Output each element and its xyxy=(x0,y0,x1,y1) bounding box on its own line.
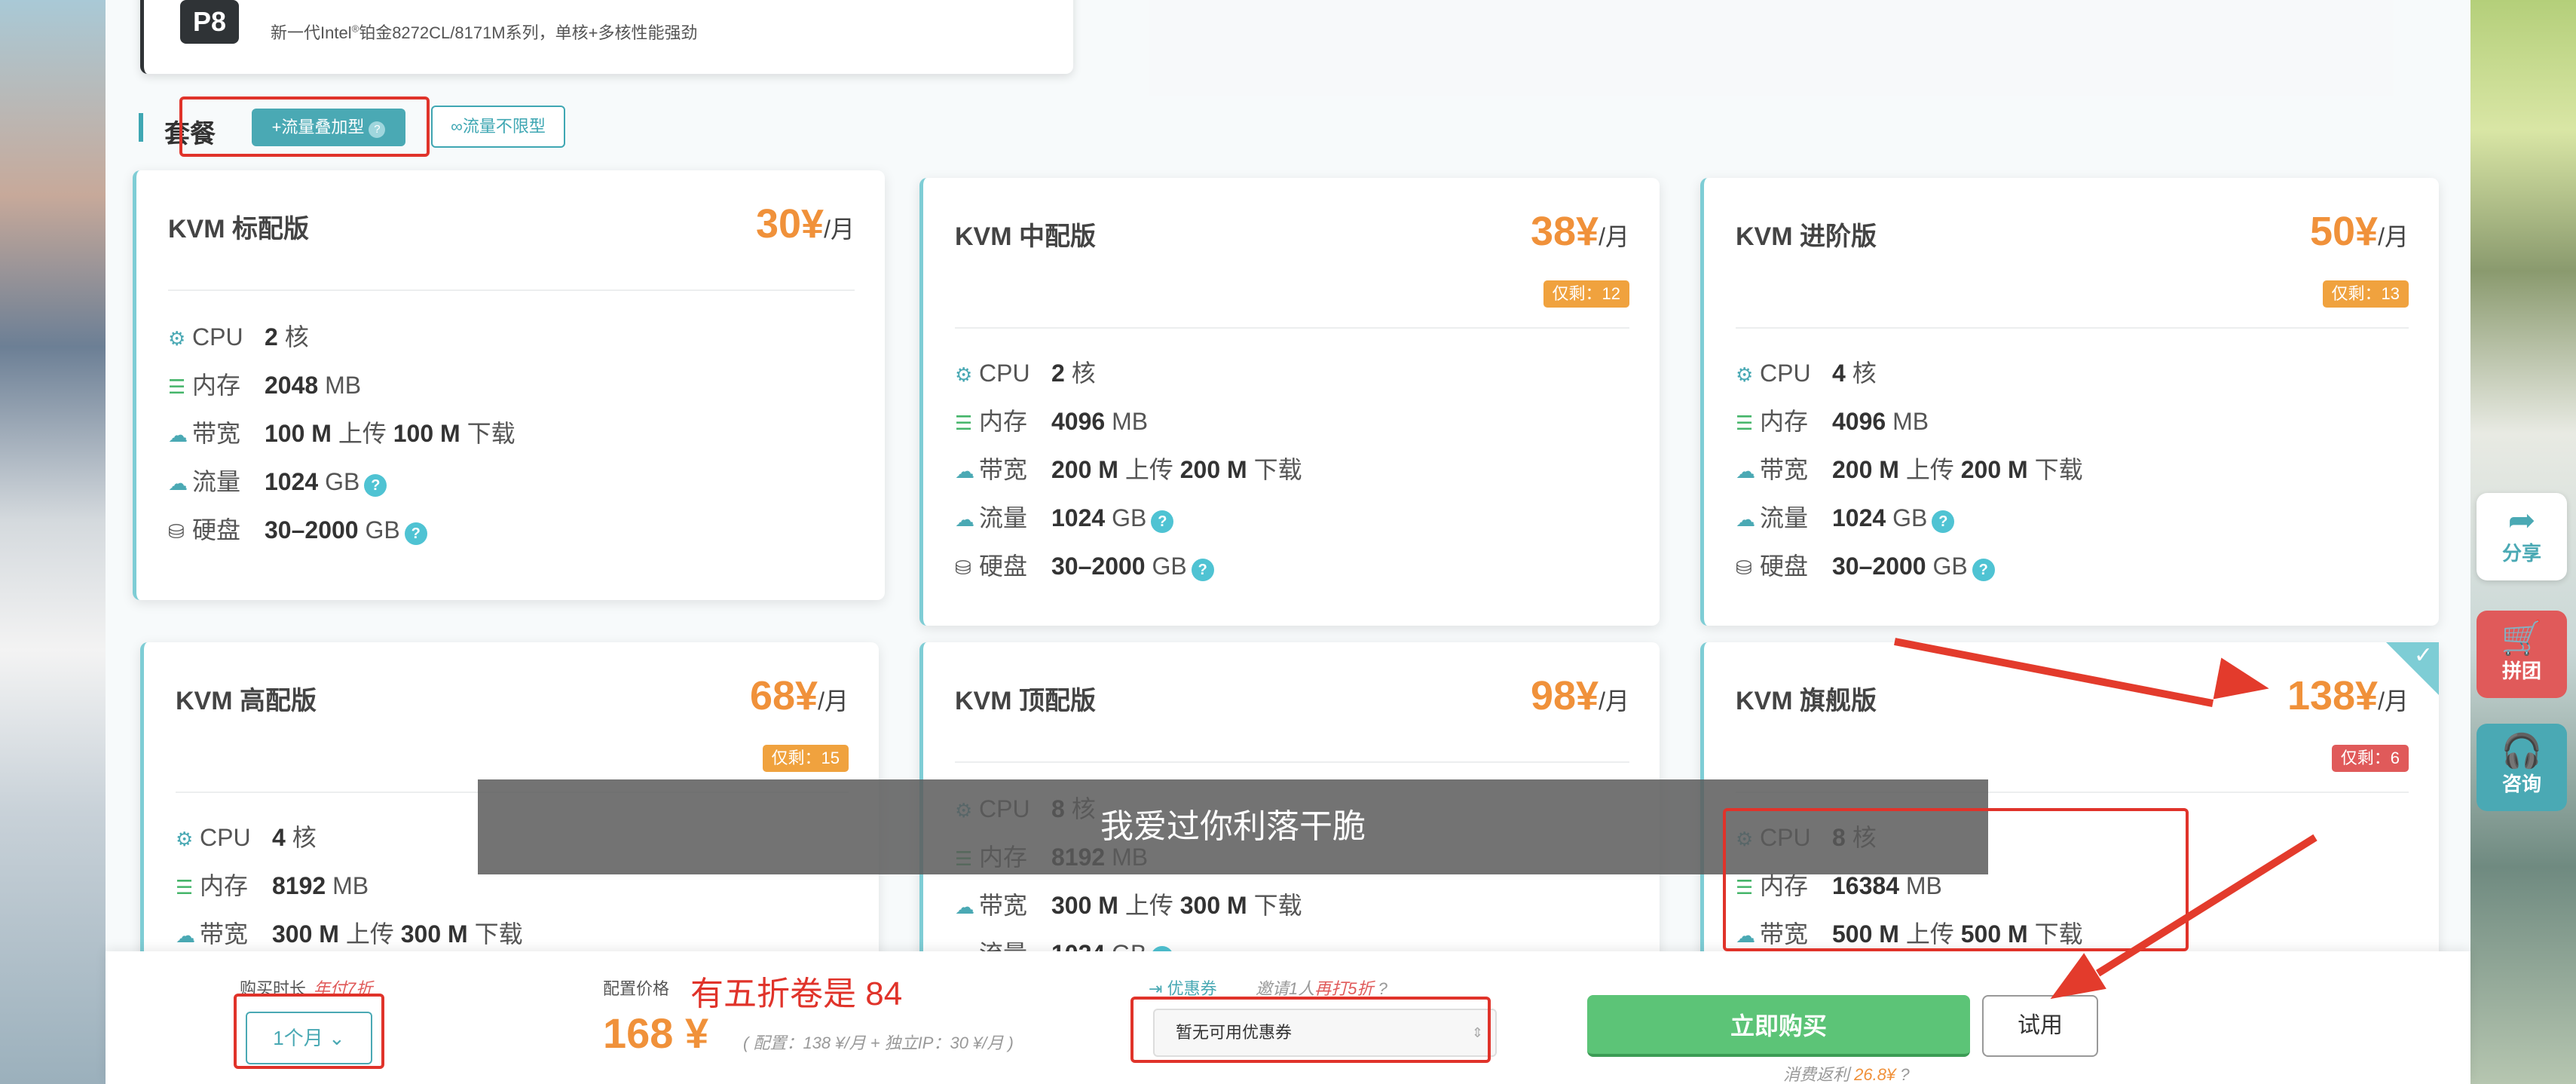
cpu-icon: ⚙ xyxy=(1736,363,1754,386)
spec-disk: ⛁ 硬盘 30–2000 GB? xyxy=(168,511,427,546)
bandwidth-icon: ☁ xyxy=(955,896,974,918)
stock-badge: 仅剩：12 xyxy=(1543,280,1629,308)
help-icon[interactable]: ? xyxy=(1900,1065,1909,1084)
spec-bandwidth: ☁ 带宽 200 M 上传 200 M 下载 xyxy=(955,456,1302,483)
share-button[interactable]: ➦ 分享 xyxy=(2477,493,2567,580)
spec-traffic: ☁流量1024 GB? xyxy=(168,463,387,498)
memory-icon: ☰ xyxy=(1736,412,1754,434)
traffic-icon: ☁ xyxy=(955,508,974,531)
bandwidth-icon: ☁ xyxy=(1736,460,1755,482)
plan-card[interactable]: KVM 中配版 38¥/月仅剩：12 ⚙ CPU 2 核 ☰ 内存 4096 MB ☁ 带宽 200… xyxy=(919,178,1660,626)
buy-now-button[interactable]: 立即购买 xyxy=(1587,995,1970,1057)
plan-price: 98¥/月 xyxy=(1530,673,1629,718)
annotation-box-traffic-tab xyxy=(179,96,430,157)
coupon-icon: ⇥ xyxy=(1149,979,1163,998)
plan-name: KVM 进阶版 xyxy=(1736,222,1877,251)
plan-name: KVM 中配版 xyxy=(955,222,1096,251)
stock-badge: 仅剩：15 xyxy=(762,745,849,772)
help-icon[interactable]: ? xyxy=(1972,559,1995,581)
bandwidth-icon: ☁ xyxy=(176,924,195,947)
plan-card[interactable]: KVM 标配版 30¥/月 ⚙ CPU 2 核 ☰ 内存 2048 MB ☁ 带宽 100 M 上传… xyxy=(133,170,885,600)
cpu-icon: ⚙ xyxy=(955,363,973,386)
annotation-box-coupon xyxy=(1130,997,1491,1063)
card-divider xyxy=(955,761,1629,763)
spec-bandwidth: ☁ 带宽 300 M 上传 300 M 下载 xyxy=(955,892,1302,919)
traffic-icon: ☁ xyxy=(168,472,188,495)
help-icon[interactable]: ? xyxy=(1191,559,1214,581)
spec-bandwidth: ☁ 带宽 200 M 上传 200 M 下载 xyxy=(1736,456,2083,483)
group-buy-button[interactable]: 🛒 拼团 xyxy=(2477,611,2567,698)
card-divider xyxy=(1736,327,2409,329)
plan-name: KVM 高配版 xyxy=(176,687,317,715)
spec-traffic: ☁流量1024 GB? xyxy=(1736,499,1955,534)
consult-button[interactable]: 🎧 咨询 xyxy=(2477,724,2567,811)
help-icon[interactable]: ? xyxy=(1932,510,1955,533)
tab-traffic-unlimited[interactable]: ∞流量不限型 xyxy=(431,106,565,148)
stock-badge: 仅剩：13 xyxy=(2322,280,2409,308)
spec-memory: ☰ 内存 4096 MB xyxy=(1736,408,1929,435)
help-icon[interactable]: ? xyxy=(1378,979,1387,998)
background-art-left xyxy=(0,0,106,1084)
plan-price: 38¥/月 xyxy=(1530,209,1629,254)
spec-disk: ⛁ 硬盘 30–2000 GB? xyxy=(1736,547,1995,582)
plan-name: KVM 标配版 xyxy=(168,215,309,243)
disk-icon: ⛁ xyxy=(955,556,971,579)
memory-icon: ☰ xyxy=(955,412,973,434)
disk-icon: ⛁ xyxy=(168,520,185,543)
share-icon: ➦ xyxy=(2507,502,2536,539)
memory-icon: ☰ xyxy=(176,876,194,899)
traffic-icon: ☁ xyxy=(1736,508,1755,531)
plan-card[interactable]: KVM 进阶版 50¥/月仅剩：13 ⚙ CPU 4 核 ☰ 内存 4096 MB ☁ 带宽 200… xyxy=(1700,178,2439,626)
spec-cpu: ⚙ CPU 2 核 xyxy=(955,360,1096,387)
cart-icon: 🛒 xyxy=(2501,620,2543,657)
annotation-box-duration xyxy=(234,994,384,1069)
spec-traffic: ☁流量1024 GB? xyxy=(955,499,1174,534)
spec-bandwidth: ☁ 带宽 300 M 上传 300 M 下载 xyxy=(176,920,523,948)
spec-memory: ☰ 内存 2048 MB xyxy=(168,372,362,399)
help-icon[interactable]: ? xyxy=(364,474,387,497)
spec-bandwidth: ☁ 带宽 100 M 上传 100 M 下载 xyxy=(168,420,516,447)
annotation-box-specs xyxy=(1723,808,2189,951)
spec-cpu: ⚙ CPU 4 核 xyxy=(1736,360,1877,387)
spec-memory: ☰内存8192 MB xyxy=(176,872,369,899)
spec-disk: ⛁ 硬盘 30–2000 GB? xyxy=(955,547,1214,582)
price-label: 配置价格 xyxy=(603,979,670,998)
cpu-icon: ⚙ xyxy=(168,327,186,350)
annotation-note: 有五折卷是 84 xyxy=(690,975,903,1012)
card-divider xyxy=(955,327,1629,329)
spec-cpu: ⚙ CPU 2 核 xyxy=(168,323,309,351)
total-price: 168 ¥ xyxy=(603,1009,709,1057)
bandwidth-icon: ☁ xyxy=(955,460,974,482)
disk-icon: ⛁ xyxy=(1736,556,1752,579)
check-icon: ✓ xyxy=(2413,643,2433,668)
plan-name: KVM 顶配版 xyxy=(955,687,1096,715)
section-accent-bar xyxy=(139,113,143,142)
plan-price: 68¥/月 xyxy=(749,673,849,718)
headset-icon: 🎧 xyxy=(2501,733,2543,770)
processor-card[interactable]: P8 新一代Intel®铂金8272CL/8171M系列，单核+多核性能强劲 xyxy=(140,0,1073,74)
plan-price: 30¥/月 xyxy=(755,201,855,247)
card-divider xyxy=(168,289,855,291)
cpu-icon: ⚙ xyxy=(176,828,194,850)
help-icon[interactable]: ? xyxy=(404,522,427,545)
price-breakdown: ( 配置：138 ¥/月 + 独立IP：30 ¥/月 ) xyxy=(743,1033,1014,1052)
stock-badge: 仅剩：6 xyxy=(2331,745,2409,772)
rebate-text: 消费返利 26.8¥ ? xyxy=(1783,1065,1910,1084)
bandwidth-icon: ☁ xyxy=(168,424,188,446)
plan-price: 50¥/月 xyxy=(2309,209,2409,254)
processor-description: 新一代Intel®铂金8272CL/8171M系列，单核+多核性能强劲 xyxy=(271,23,698,42)
plan-name: KVM 旗舰版 xyxy=(1736,687,1877,715)
spec-cpu: ⚙ CPU 4 核 xyxy=(176,824,317,851)
help-icon[interactable]: ? xyxy=(1151,510,1174,533)
processor-badge: P8 xyxy=(180,0,239,44)
memory-icon: ☰ xyxy=(168,375,186,398)
spec-memory: ☰ 内存 4096 MB xyxy=(955,408,1149,435)
